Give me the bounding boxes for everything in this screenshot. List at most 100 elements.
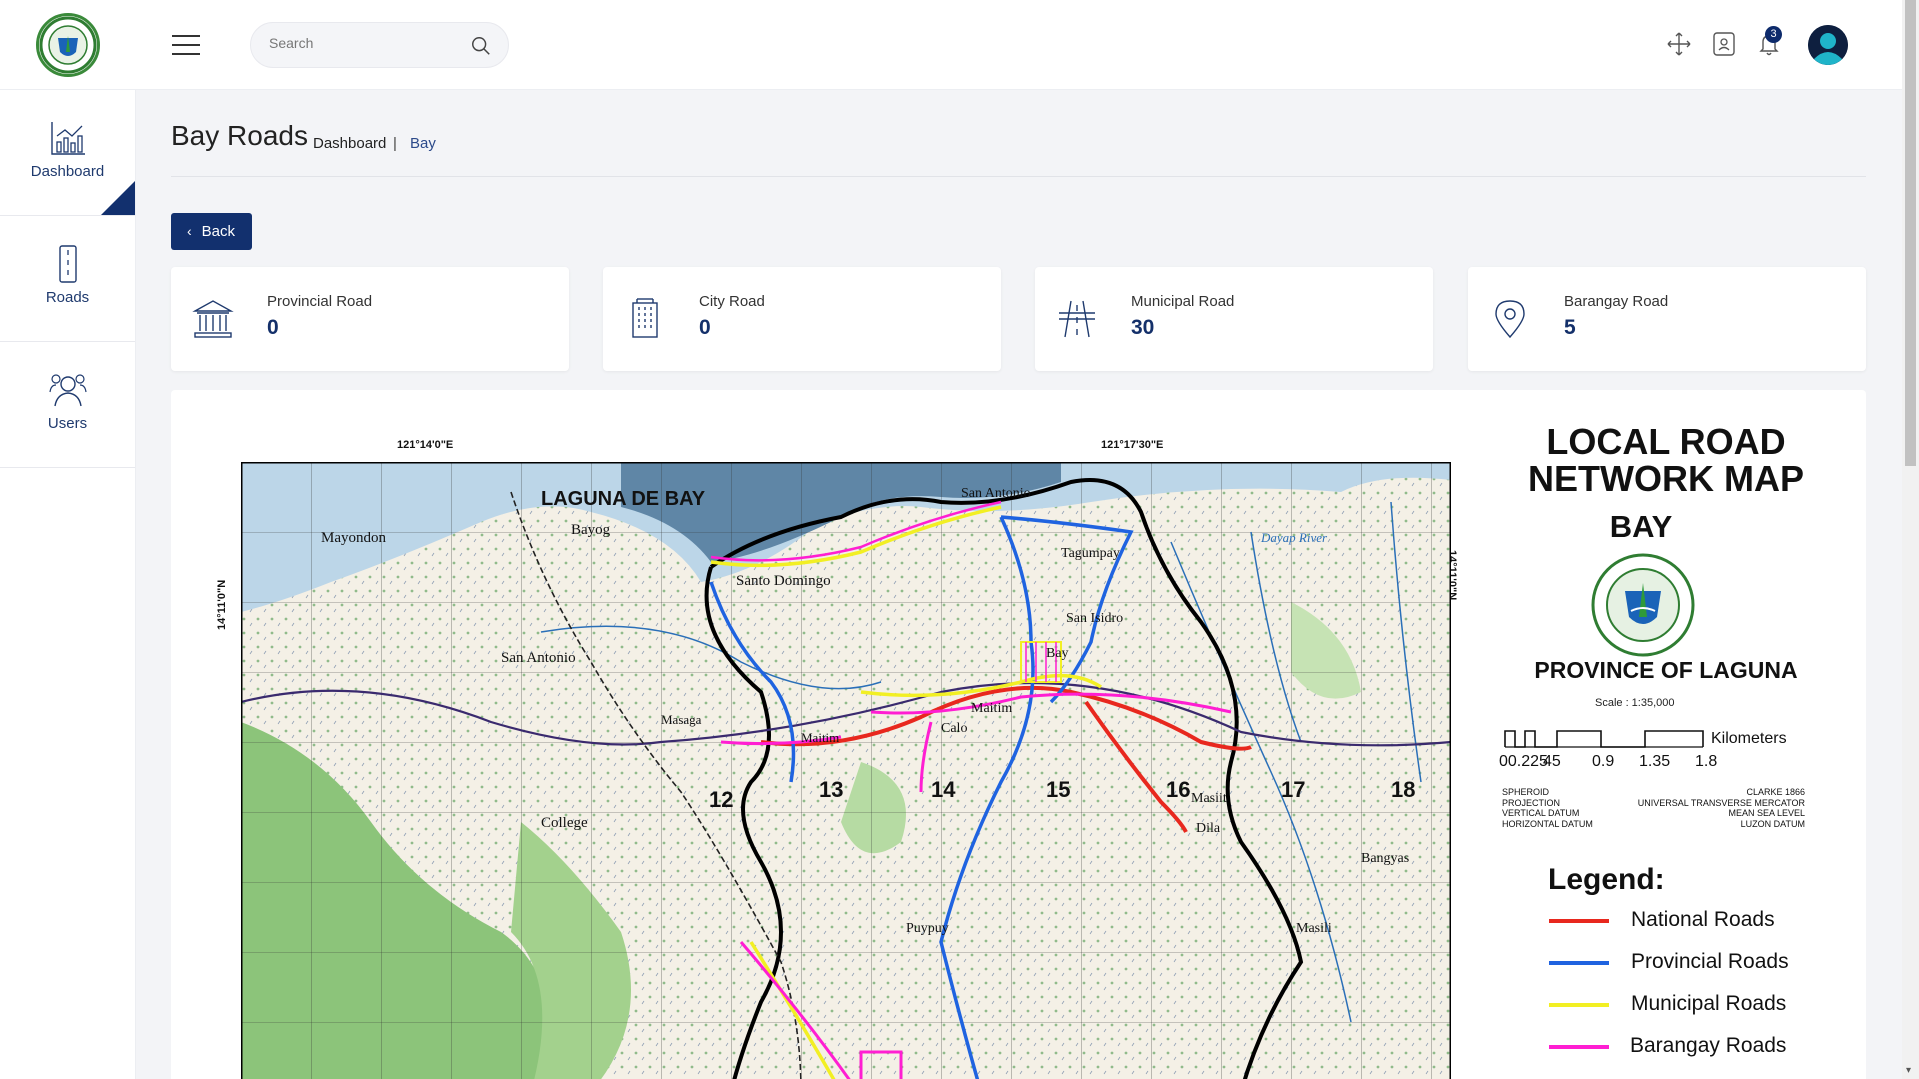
grid-number: 18 (1391, 777, 1415, 802)
grid-number: 17 (1281, 777, 1305, 802)
scale-bar (1504, 730, 1704, 748)
legend-title: Legend: (1548, 863, 1665, 896)
km-tick: 1.8 (1695, 753, 1718, 770)
sidebar-item-label: Dashboard (30, 163, 105, 180)
stat-card-barangay: Barangay Road 5 (1468, 267, 1866, 371)
bar-chart-icon (51, 122, 85, 155)
map-label-tagumpay: Tagumpay (1061, 546, 1120, 561)
building-columns-icon (192, 300, 234, 338)
grid-number: 12 (709, 787, 733, 812)
top-header: 3 (0, 0, 1902, 90)
stat-card-municipal: Municipal Road 30 (1035, 267, 1433, 371)
datum-table: SPHEROID CLARKE 1866 PROJECTION UNIVERSAL … (1502, 787, 1805, 829)
legend-item-provincial: Provincial Roads (1549, 950, 1829, 974)
stat-value: 0 (267, 316, 279, 339)
province-label: PROVINCE OF LAGUNA (1534, 657, 1798, 683)
road-network-map: 121°14'0"E 121°17'30"E 14°11'0"N 14°11'0… (171, 390, 1866, 1079)
map-label-mayondon: Mayondon (321, 530, 386, 546)
fullscreen-icon[interactable] (1665, 30, 1693, 58)
coord-left: 14°11'0"N (216, 579, 228, 630)
stat-label: Municipal Road (1131, 293, 1235, 310)
legend-swatch (1549, 1045, 1609, 1049)
map-title-line3: BAY (1609, 509, 1673, 544)
search-input[interactable] (269, 35, 459, 51)
map-label-bay: Bay (1046, 646, 1069, 661)
sidebar-item-dashboard[interactable]: Dashboard (0, 90, 135, 216)
map-label-san-antonio-north: San Antonio (961, 486, 1031, 501)
map-title-line2: NETWORK MAP (1528, 458, 1804, 499)
legend-swatch (1549, 961, 1609, 965)
map-label-bayog: Bayog (571, 522, 611, 538)
sidebar-item-label: Users (47, 415, 88, 432)
map-label-masiit: Masiit (1191, 791, 1227, 806)
km-tick: 0.9 (1592, 753, 1615, 770)
legend-item-municipal: Municipal Roads (1549, 992, 1829, 1016)
map-label-san-antonio: San Antonio (501, 650, 576, 666)
grid-number: 15 (1046, 777, 1070, 802)
users-icon (49, 374, 87, 407)
km-label: Kilometers (1711, 730, 1787, 747)
id-card-icon[interactable] (1710, 30, 1738, 58)
search-icon[interactable] (470, 35, 492, 57)
user-avatar[interactable] (1808, 25, 1848, 65)
road-icon (59, 245, 77, 283)
stat-value: 0 (699, 316, 711, 339)
breadcrumb-bay[interactable]: Bay (410, 135, 436, 152)
map-label-maitim: Maitim (971, 701, 1012, 716)
map-label-masili: Masili (1296, 921, 1332, 936)
km-tick: 1.35 (1639, 753, 1671, 770)
legend-item-national: National Roads (1549, 908, 1829, 932)
scrollbar-thumb[interactable] (1905, 0, 1916, 466)
map-label-bangyas: Bangyas (1361, 851, 1409, 866)
map-label-san-isidro: San Isidro (1066, 611, 1123, 626)
map-scale: Scale : 1:35,000 (1595, 697, 1675, 709)
legend-swatch (1549, 919, 1609, 923)
legend-item-barangay: Barangay Roads (1549, 1034, 1829, 1058)
search-box (250, 22, 509, 68)
map-pin-icon (1495, 300, 1525, 339)
stat-value: 5 (1564, 316, 1576, 339)
topographic-map[interactable]: LAGUNA DE BAY San Antonio Mayondon Bayog… (241, 462, 1451, 1079)
sidebar: Dashboard Roads Users (0, 90, 136, 1079)
breadcrumb-separator: | (393, 135, 397, 152)
sidebar-item-roads[interactable]: Roads (0, 216, 135, 342)
stat-card-provincial: Provincial Road 0 (171, 267, 569, 371)
km-tick: 00.225 (1499, 753, 1548, 770)
stat-label: Barangay Road (1564, 293, 1669, 310)
grid-number: 16 (1166, 777, 1190, 802)
back-button[interactable]: ‹ Back (171, 213, 252, 250)
active-indicator (101, 181, 135, 215)
stat-label: City Road (699, 293, 765, 310)
map-label-puypuy: Puypuy (906, 921, 949, 936)
divider (171, 176, 1866, 177)
coord-top-right: 121°17'30"E (1101, 439, 1164, 451)
map-title-line1: LOCAL ROAD (1546, 421, 1786, 462)
map-label-laguna-de-bay: LAGUNA DE BAY (541, 488, 706, 510)
sidebar-item-users[interactable]: Users (0, 342, 135, 468)
stat-value: 30 (1131, 316, 1155, 339)
page-title: Bay Roads (171, 120, 308, 151)
map-label-maitim-2: Maitim (801, 730, 839, 745)
vertical-scrollbar[interactable]: ▾ (1902, 0, 1919, 1079)
sidebar-item-label: Roads (45, 289, 90, 306)
legend-label: Municipal Roads (1631, 992, 1787, 1015)
grid-number: 13 (819, 777, 843, 802)
map-label-dayap-river: Dayap River (1260, 530, 1328, 545)
map-label-santo-domingo: Santo Domingo (736, 573, 831, 589)
grid-number: 14 (931, 777, 956, 802)
scroll-down-arrow[interactable]: ▾ (1906, 1066, 1915, 1076)
legend-label: National Roads (1631, 908, 1775, 931)
menu-icon[interactable] (172, 35, 200, 55)
notification-badge: 3 (1765, 26, 1782, 43)
map-label-dila: Dila (1196, 821, 1221, 836)
breadcrumb-dashboard[interactable]: Dashboard (313, 135, 386, 152)
map-label-college: College (541, 815, 588, 831)
chevron-left-icon: ‹ (187, 223, 192, 239)
legend-swatch (1549, 1003, 1609, 1007)
logo-seal[interactable] (36, 13, 100, 77)
stat-card-city: City Road 0 (603, 267, 1001, 371)
map-label-masaga: Masaga (661, 712, 702, 727)
km-tick: 45 (1543, 753, 1561, 770)
back-button-label: Back (201, 223, 236, 240)
map-label-calo: Calo (941, 721, 967, 736)
